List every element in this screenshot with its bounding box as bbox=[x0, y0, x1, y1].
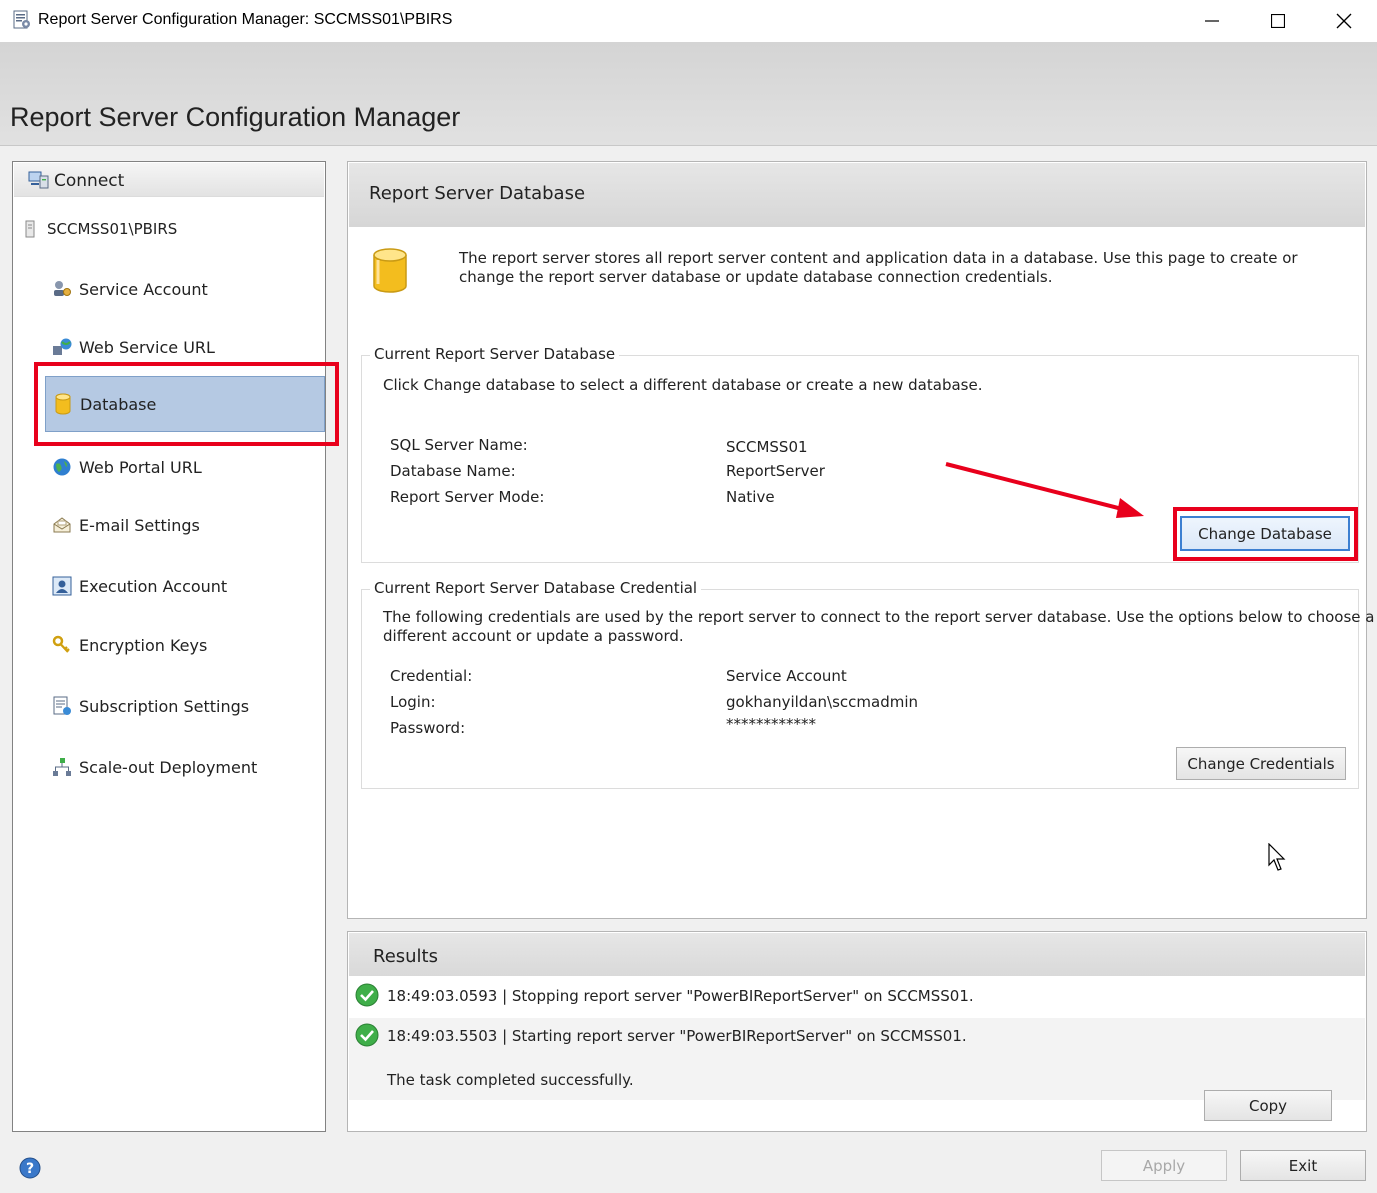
password-label: Password: bbox=[390, 719, 466, 737]
server-icon bbox=[25, 220, 35, 238]
title-bar: Report Server Configuration Manager: SCC… bbox=[0, 0, 1377, 42]
result-row: 18:49:03.5503 | Starting report server "… bbox=[349, 1018, 1365, 1100]
maximize-button[interactable] bbox=[1245, 0, 1311, 42]
nav-item-service-account[interactable]: Service Account bbox=[45, 272, 323, 306]
nav-item-subscription-settings[interactable]: Subscription Settings bbox=[45, 689, 323, 723]
maximize-icon bbox=[1271, 14, 1285, 28]
nav-item-label: Execution Account bbox=[79, 576, 228, 596]
exit-button[interactable]: Exit bbox=[1240, 1150, 1366, 1181]
keys-icon bbox=[51, 634, 73, 656]
nav-item-email-settings[interactable]: E-mail Settings bbox=[45, 508, 323, 542]
server-node[interactable]: SCCMSS01\PBIRS bbox=[25, 220, 177, 238]
connect-button[interactable]: Connect bbox=[14, 163, 324, 197]
page-title: Report Server Database bbox=[369, 183, 586, 204]
minimize-icon bbox=[1205, 20, 1219, 22]
result-text: 18:49:03.0593 | Stopping report server "… bbox=[387, 987, 974, 1005]
service-account-icon bbox=[51, 278, 73, 300]
nav-item-encryption-keys[interactable]: Encryption Keys bbox=[45, 628, 323, 662]
credential-hint-2: different account or update a password. bbox=[383, 627, 684, 645]
nav-item-execution-account[interactable]: Execution Account bbox=[45, 569, 323, 603]
nav-item-label: E-mail Settings bbox=[79, 515, 200, 535]
mouse-cursor-icon bbox=[1268, 843, 1286, 871]
execution-account-icon bbox=[51, 575, 73, 597]
result-summary: The task completed successfully. bbox=[387, 1071, 634, 1089]
sql-server-label: SQL Server Name: bbox=[390, 436, 528, 454]
help-icon[interactable]: ? bbox=[19, 1157, 41, 1179]
nav-item-label: Subscription Settings bbox=[79, 696, 250, 716]
app-icon bbox=[13, 10, 30, 29]
email-icon bbox=[51, 514, 73, 536]
credential-hint-1: The following credentials are used by th… bbox=[383, 608, 1375, 626]
close-icon bbox=[1336, 13, 1352, 29]
minimize-button[interactable] bbox=[1179, 0, 1245, 42]
app-window: Report Server Configuration Manager: SCC… bbox=[0, 0, 1377, 1193]
nav-item-scale-out-deployment[interactable]: Scale-out Deployment bbox=[45, 750, 323, 784]
nav-item-label: Web Service URL bbox=[79, 337, 215, 357]
login-label: Login: bbox=[390, 693, 436, 711]
web-service-icon bbox=[51, 336, 73, 358]
intro-text: The report server stores all report serv… bbox=[459, 249, 1298, 286]
result-row: 18:49:03.0593 | Stopping report server "… bbox=[349, 976, 1365, 1018]
credential-value: Service Account bbox=[726, 667, 847, 685]
navigation-pane: Connect SCCMSS01\PBIRS Service Account W… bbox=[12, 161, 326, 1132]
highlight-database bbox=[34, 362, 339, 446]
results-title: Results bbox=[373, 946, 438, 967]
results-header: Results bbox=[349, 933, 1365, 976]
db-hint: Click Change database to select a differ… bbox=[383, 376, 983, 394]
nav-item-web-portal-url[interactable]: Web Portal URL bbox=[45, 450, 323, 484]
svg-text:?: ? bbox=[26, 1161, 34, 1177]
password-value: ************ bbox=[726, 715, 816, 733]
header-banner: Report Server Configuration Manager bbox=[0, 42, 1377, 146]
db-name-label: Database Name: bbox=[390, 462, 516, 480]
copy-button[interactable]: Copy bbox=[1204, 1090, 1332, 1121]
nav-item-label: Web Portal URL bbox=[79, 457, 202, 477]
highlight-change-database bbox=[1173, 507, 1358, 561]
main-header: Report Server Database bbox=[349, 163, 1365, 227]
connect-label: Connect bbox=[54, 171, 125, 191]
apply-button[interactable]: Apply bbox=[1101, 1150, 1227, 1181]
mode-value: Native bbox=[726, 488, 775, 506]
result-text: 18:49:03.5503 | Starting report server "… bbox=[387, 1027, 967, 1045]
annotation-arrow-icon bbox=[945, 462, 1144, 518]
server-label: SCCMSS01\PBIRS bbox=[47, 220, 178, 238]
mode-label: Report Server Mode: bbox=[390, 488, 545, 506]
login-value: gokhanyildan\sccmadmin bbox=[726, 693, 918, 711]
nav-item-label: Scale-out Deployment bbox=[79, 757, 258, 777]
connect-icon bbox=[28, 171, 49, 189]
nav-item-label: Encryption Keys bbox=[79, 635, 208, 655]
group-legend: Current Report Server Database bbox=[370, 345, 620, 363]
change-credentials-button[interactable]: Change Credentials bbox=[1176, 747, 1346, 780]
globe-icon bbox=[51, 456, 73, 478]
credential-label: Credential: bbox=[390, 667, 473, 685]
sql-server-value: SCCMSS01 bbox=[726, 438, 808, 456]
nav-item-label: Service Account bbox=[79, 279, 208, 299]
results-panel: Results 18:49:03.0593 | Stopping report … bbox=[347, 931, 1367, 1132]
close-button[interactable] bbox=[1311, 0, 1377, 42]
window-title: Report Server Configuration Manager: SCC… bbox=[38, 11, 453, 28]
success-icon bbox=[355, 1023, 379, 1047]
success-icon bbox=[355, 983, 379, 1007]
db-name-value: ReportServer bbox=[726, 462, 825, 480]
nav-item-web-service-url[interactable]: Web Service URL bbox=[45, 330, 323, 364]
database-large-icon bbox=[373, 248, 407, 293]
group-legend: Current Report Server Database Credentia… bbox=[370, 579, 702, 597]
scaleout-icon bbox=[51, 756, 73, 778]
subscription-icon bbox=[51, 695, 73, 717]
banner-title: Report Server Configuration Manager bbox=[10, 102, 461, 132]
